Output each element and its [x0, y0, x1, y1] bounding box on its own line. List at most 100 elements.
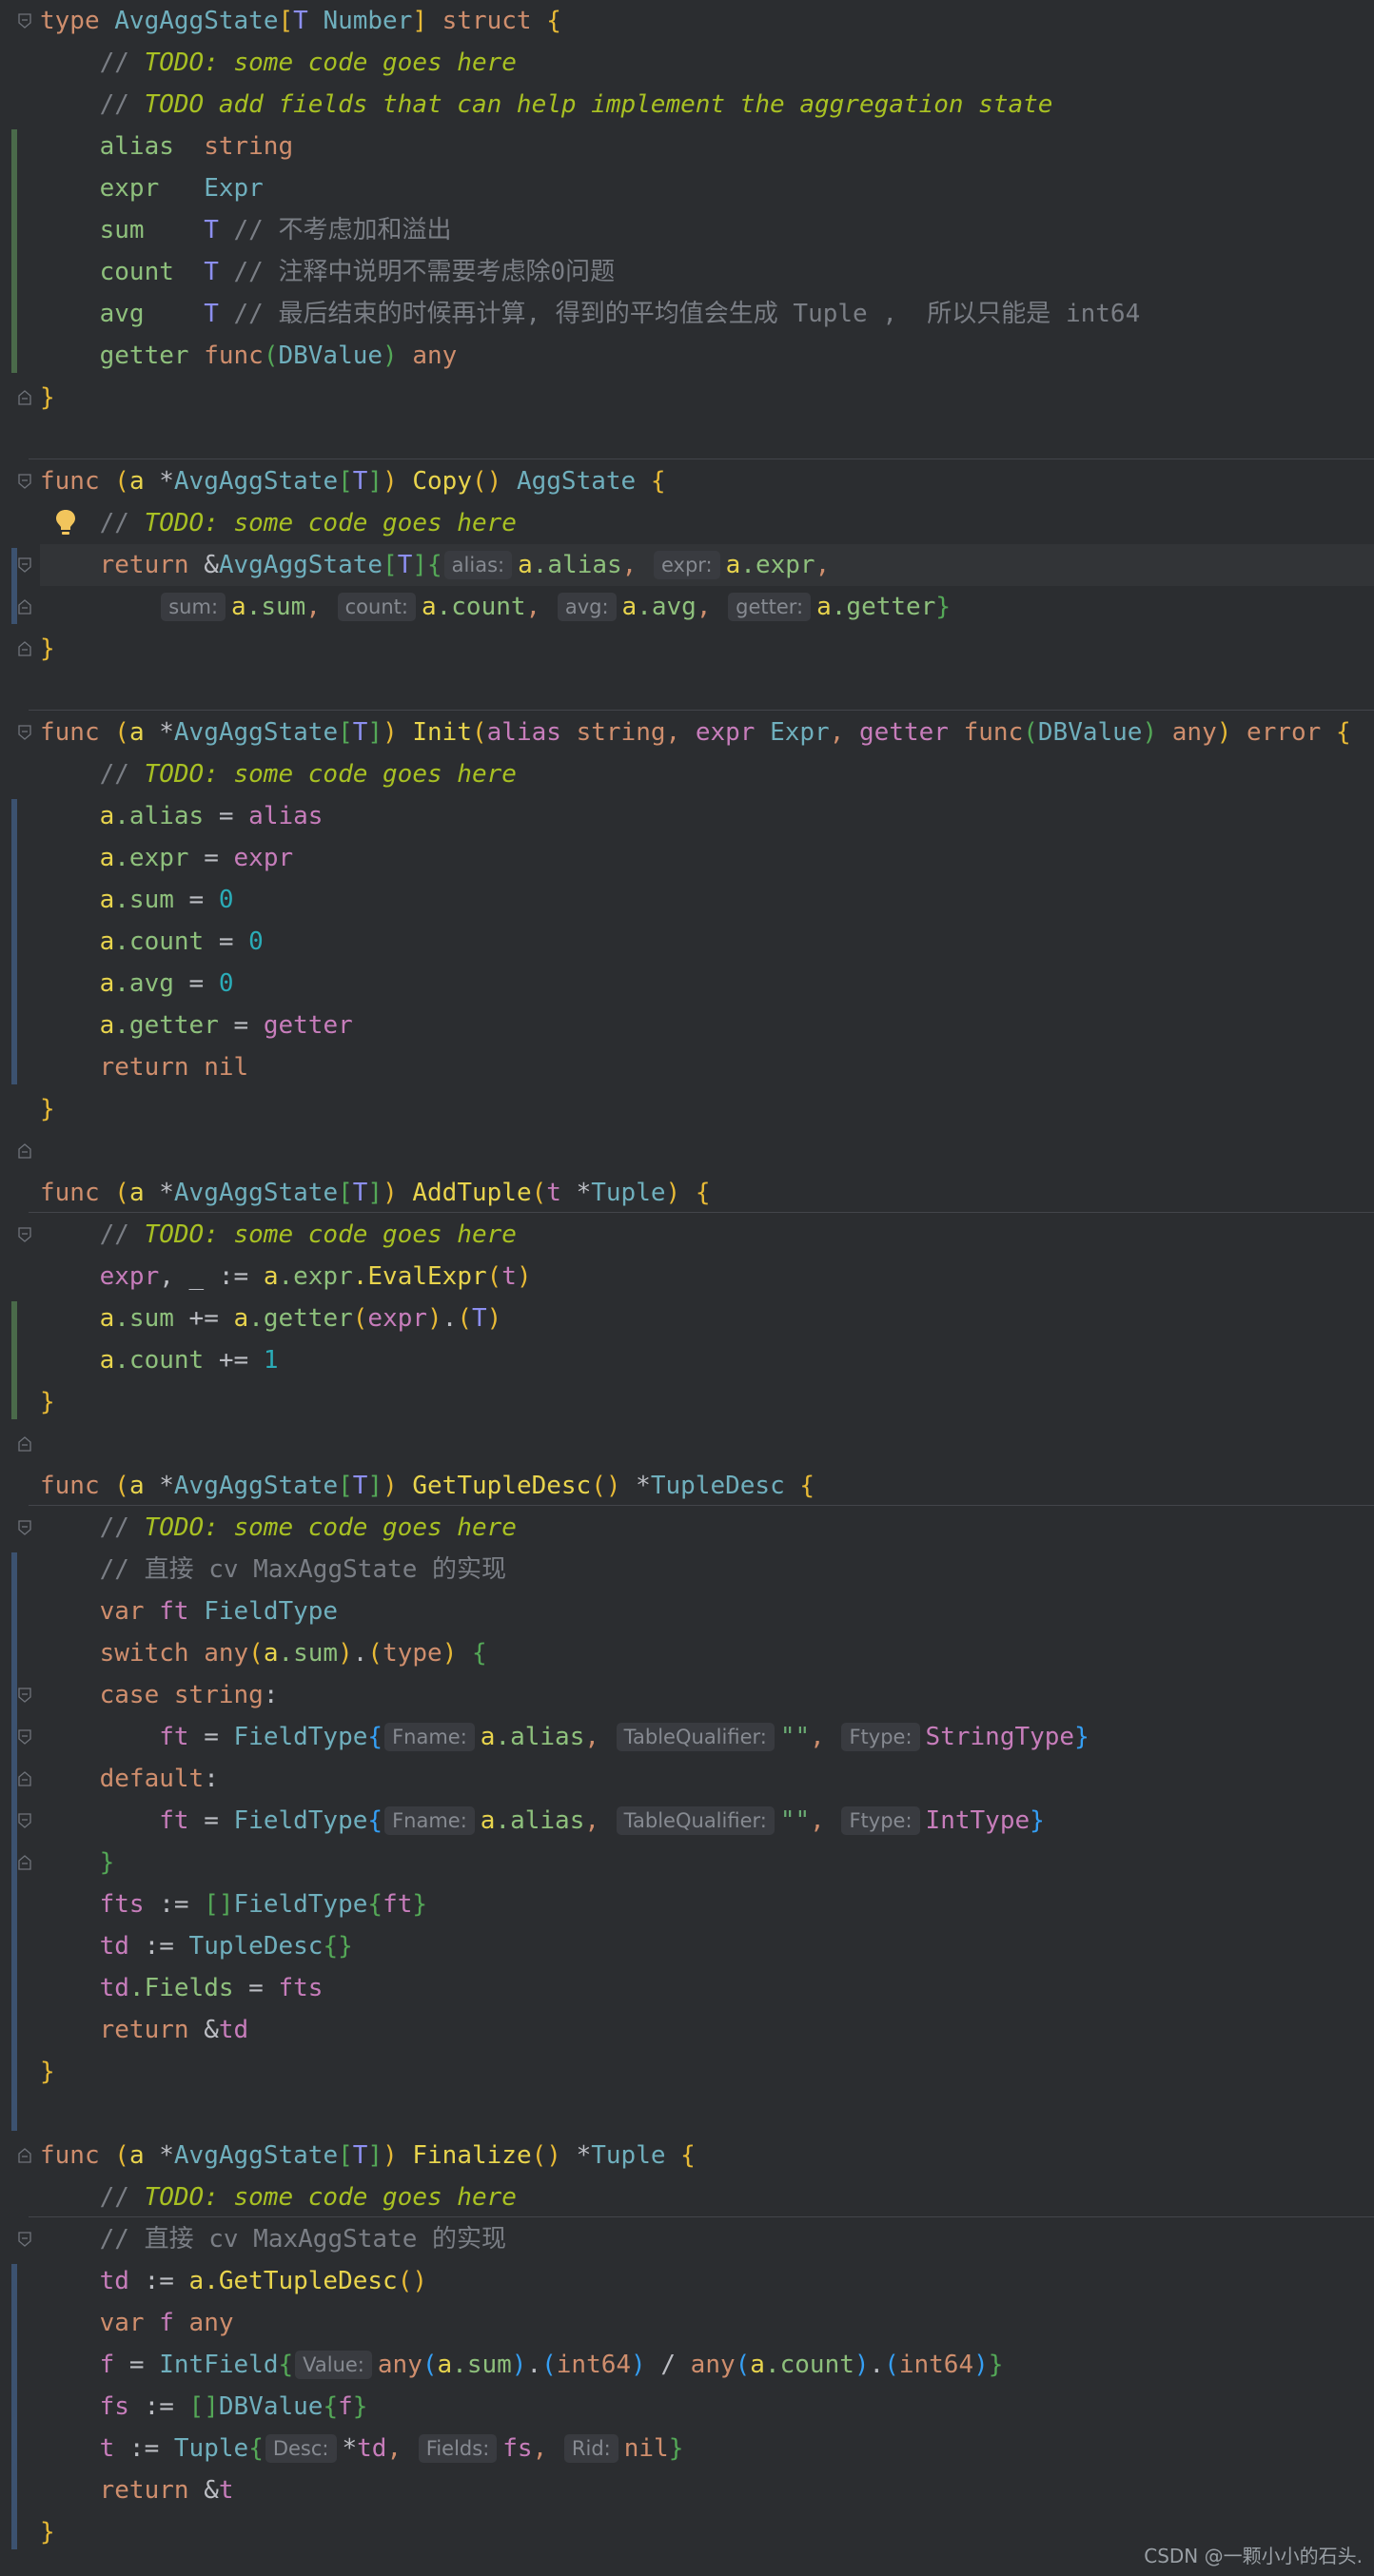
- fold-open-icon[interactable]: [18, 13, 31, 29]
- code-line[interactable]: func (a *AvgAggState[T]) Finalize() *Tup…: [40, 2135, 1374, 2176]
- code-line[interactable]: // TODO: some code goes here: [40, 1507, 1374, 1549]
- fold-open-icon[interactable]: [18, 1813, 31, 1828]
- code-token: int64: [898, 2351, 974, 2379]
- code-line[interactable]: func (a *AvgAggState[T]) Copy() AggState…: [40, 460, 1374, 502]
- code-line[interactable]: return &td: [40, 2009, 1374, 2051]
- code-line[interactable]: ft = FieldType{Fname: a.alias, TableQuali…: [40, 1716, 1374, 1758]
- code-token: "": [779, 1723, 811, 1751]
- fold-open-icon[interactable]: [18, 725, 31, 740]
- code-line[interactable]: // TODO: some code goes here: [40, 753, 1374, 795]
- code-line[interactable]: }: [40, 2051, 1374, 2093]
- code-line[interactable]: switch any(a.sum).(type) {: [40, 1632, 1374, 1674]
- fold-open-icon[interactable]: [18, 1688, 31, 1703]
- vcs-change-marker[interactable]: [11, 1301, 17, 1419]
- code-line[interactable]: [40, 670, 1374, 712]
- code-line[interactable]: // TODO: some code goes here: [40, 502, 1374, 544]
- code-line[interactable]: func (a *AvgAggState[T]) Init(alias stri…: [40, 712, 1374, 753]
- code-line[interactable]: a.count += 1: [40, 1339, 1374, 1381]
- code-line[interactable]: td := TupleDesc{}: [40, 1925, 1374, 1967]
- code-line[interactable]: default:: [40, 1758, 1374, 1800]
- code-line[interactable]: return &t: [40, 2469, 1374, 2511]
- fold-end-icon[interactable]: [18, 1436, 31, 1452]
- code-token: a: [725, 551, 741, 579]
- code-line[interactable]: sum T // 不考虑加和溢出: [40, 209, 1374, 251]
- fold-open-icon[interactable]: [18, 474, 31, 489]
- code-line[interactable]: [40, 2093, 1374, 2135]
- code-token: // 注释中说明不需要考虑除0问题: [218, 258, 616, 286]
- code-line[interactable]: return nil: [40, 1046, 1374, 1088]
- code-line[interactable]: alias string: [40, 126, 1374, 167]
- fold-end-icon[interactable]: [18, 1143, 31, 1159]
- code-line[interactable]: getter func(DBValue) any: [40, 335, 1374, 377]
- code-line[interactable]: avg T // 最后结束的时候再计算, 得到的平均值会生成 Tuple , 所…: [40, 293, 1374, 335]
- vcs-change-marker[interactable]: [11, 129, 17, 373]
- fold-end-icon[interactable]: [18, 390, 31, 405]
- code-line[interactable]: // TODO: some code goes here: [40, 42, 1374, 84]
- code-line[interactable]: td.Fields = fts: [40, 1967, 1374, 2009]
- code-token: (: [352, 1304, 368, 1333]
- code-line[interactable]: a.alias = alias: [40, 795, 1374, 837]
- code-line[interactable]: // 直接 cv MaxAggState 的实现: [40, 2218, 1374, 2260]
- code-token: a: [421, 593, 437, 621]
- code-line[interactable]: }: [40, 1842, 1374, 1883]
- vcs-change-marker[interactable]: [11, 548, 17, 624]
- code-line[interactable]: }: [40, 1381, 1374, 1423]
- fold-end-icon[interactable]: [18, 1855, 31, 1870]
- code-line[interactable]: td := a.GetTupleDesc(): [40, 2260, 1374, 2302]
- code-line[interactable]: }: [40, 1088, 1374, 1130]
- code-line[interactable]: // TODO: some code goes here: [40, 2176, 1374, 2218]
- code-line[interactable]: }: [40, 377, 1374, 419]
- code-line[interactable]: fs := []DBValue{f}: [40, 2386, 1374, 2428]
- code-line[interactable]: // 直接 cv MaxAggState 的实现: [40, 1549, 1374, 1590]
- code-line[interactable]: type AvgAggState[T Number] struct {: [40, 0, 1374, 42]
- fold-open-icon[interactable]: [18, 2232, 31, 2247]
- fold-open-icon[interactable]: [18, 1729, 31, 1745]
- vcs-change-marker[interactable]: [11, 1552, 17, 2131]
- fold-end-icon[interactable]: [18, 599, 31, 615]
- code-line[interactable]: a.getter = getter: [40, 1005, 1374, 1046]
- code-line[interactable]: }: [40, 628, 1374, 670]
- vcs-change-marker[interactable]: [11, 2264, 17, 2549]
- code-token: 0: [218, 969, 234, 998]
- code-line[interactable]: [40, 1423, 1374, 1465]
- code-line[interactable]: func (a *AvgAggState[T]) AddTuple(t *Tup…: [40, 1172, 1374, 1214]
- parameter-hint: Fields:: [418, 2434, 498, 2463]
- vcs-change-marker[interactable]: [11, 799, 17, 1084]
- fold-end-icon[interactable]: [18, 641, 31, 656]
- code-editor[interactable]: type AvgAggState[T Number] struct { // T…: [0, 0, 1374, 2576]
- code-line[interactable]: // TODO add fields that can help impleme…: [40, 84, 1374, 126]
- code-line[interactable]: f = IntField{Value: any(a.sum).(int64) / …: [40, 2344, 1374, 2386]
- code-line[interactable]: a.avg = 0: [40, 963, 1374, 1005]
- code-line[interactable]: sum: a.sum, count: a.count, avg: a.avg, get…: [40, 586, 1374, 628]
- fold-open-icon[interactable]: [18, 557, 31, 573]
- code-token: any: [690, 2351, 736, 2379]
- code-line[interactable]: a.sum += a.getter(expr).(T): [40, 1298, 1374, 1339]
- code-line[interactable]: ft = FieldType{Fname: a.alias, TableQuali…: [40, 1800, 1374, 1842]
- code-token: .count: [114, 927, 205, 956]
- fold-open-icon[interactable]: [18, 1227, 31, 1242]
- fold-end-icon[interactable]: [18, 2148, 31, 2163]
- code-line[interactable]: count T // 注释中说明不需要考虑除0问题: [40, 251, 1374, 293]
- code-line[interactable]: var f any: [40, 2302, 1374, 2344]
- fold-end-icon[interactable]: [18, 1771, 31, 1786]
- code-line[interactable]: expr, _ := a.expr.EvalExpr(t): [40, 1256, 1374, 1298]
- code-token: }: [40, 1388, 55, 1416]
- code-line[interactable]: func (a *AvgAggState[T]) GetTupleDesc() …: [40, 1465, 1374, 1507]
- code-token: ,: [386, 2434, 417, 2463]
- code-line[interactable]: t := Tuple{Desc: *td, Fields: fs, Rid: nil}: [40, 2428, 1374, 2469]
- code-line[interactable]: case string:: [40, 1674, 1374, 1716]
- code-line[interactable]: return &AvgAggState[T]{alias: a.alias, ex…: [40, 544, 1374, 586]
- fold-open-icon[interactable]: [18, 1520, 31, 1535]
- code-line[interactable]: var ft FieldType: [40, 1590, 1374, 1632]
- code-line[interactable]: a.expr = expr: [40, 837, 1374, 879]
- code-token: a: [188, 2267, 205, 2295]
- lightbulb-icon[interactable]: [55, 509, 76, 537]
- code-line[interactable]: a.count = 0: [40, 921, 1374, 963]
- code-line[interactable]: [40, 1130, 1374, 1172]
- code-line[interactable]: expr Expr: [40, 167, 1374, 209]
- code-line[interactable]: fts := []FieldType{ft}: [40, 1883, 1374, 1925]
- code-line[interactable]: [40, 419, 1374, 460]
- code-line[interactable]: // TODO: some code goes here: [40, 1214, 1374, 1256]
- code-line[interactable]: a.sum = 0: [40, 879, 1374, 921]
